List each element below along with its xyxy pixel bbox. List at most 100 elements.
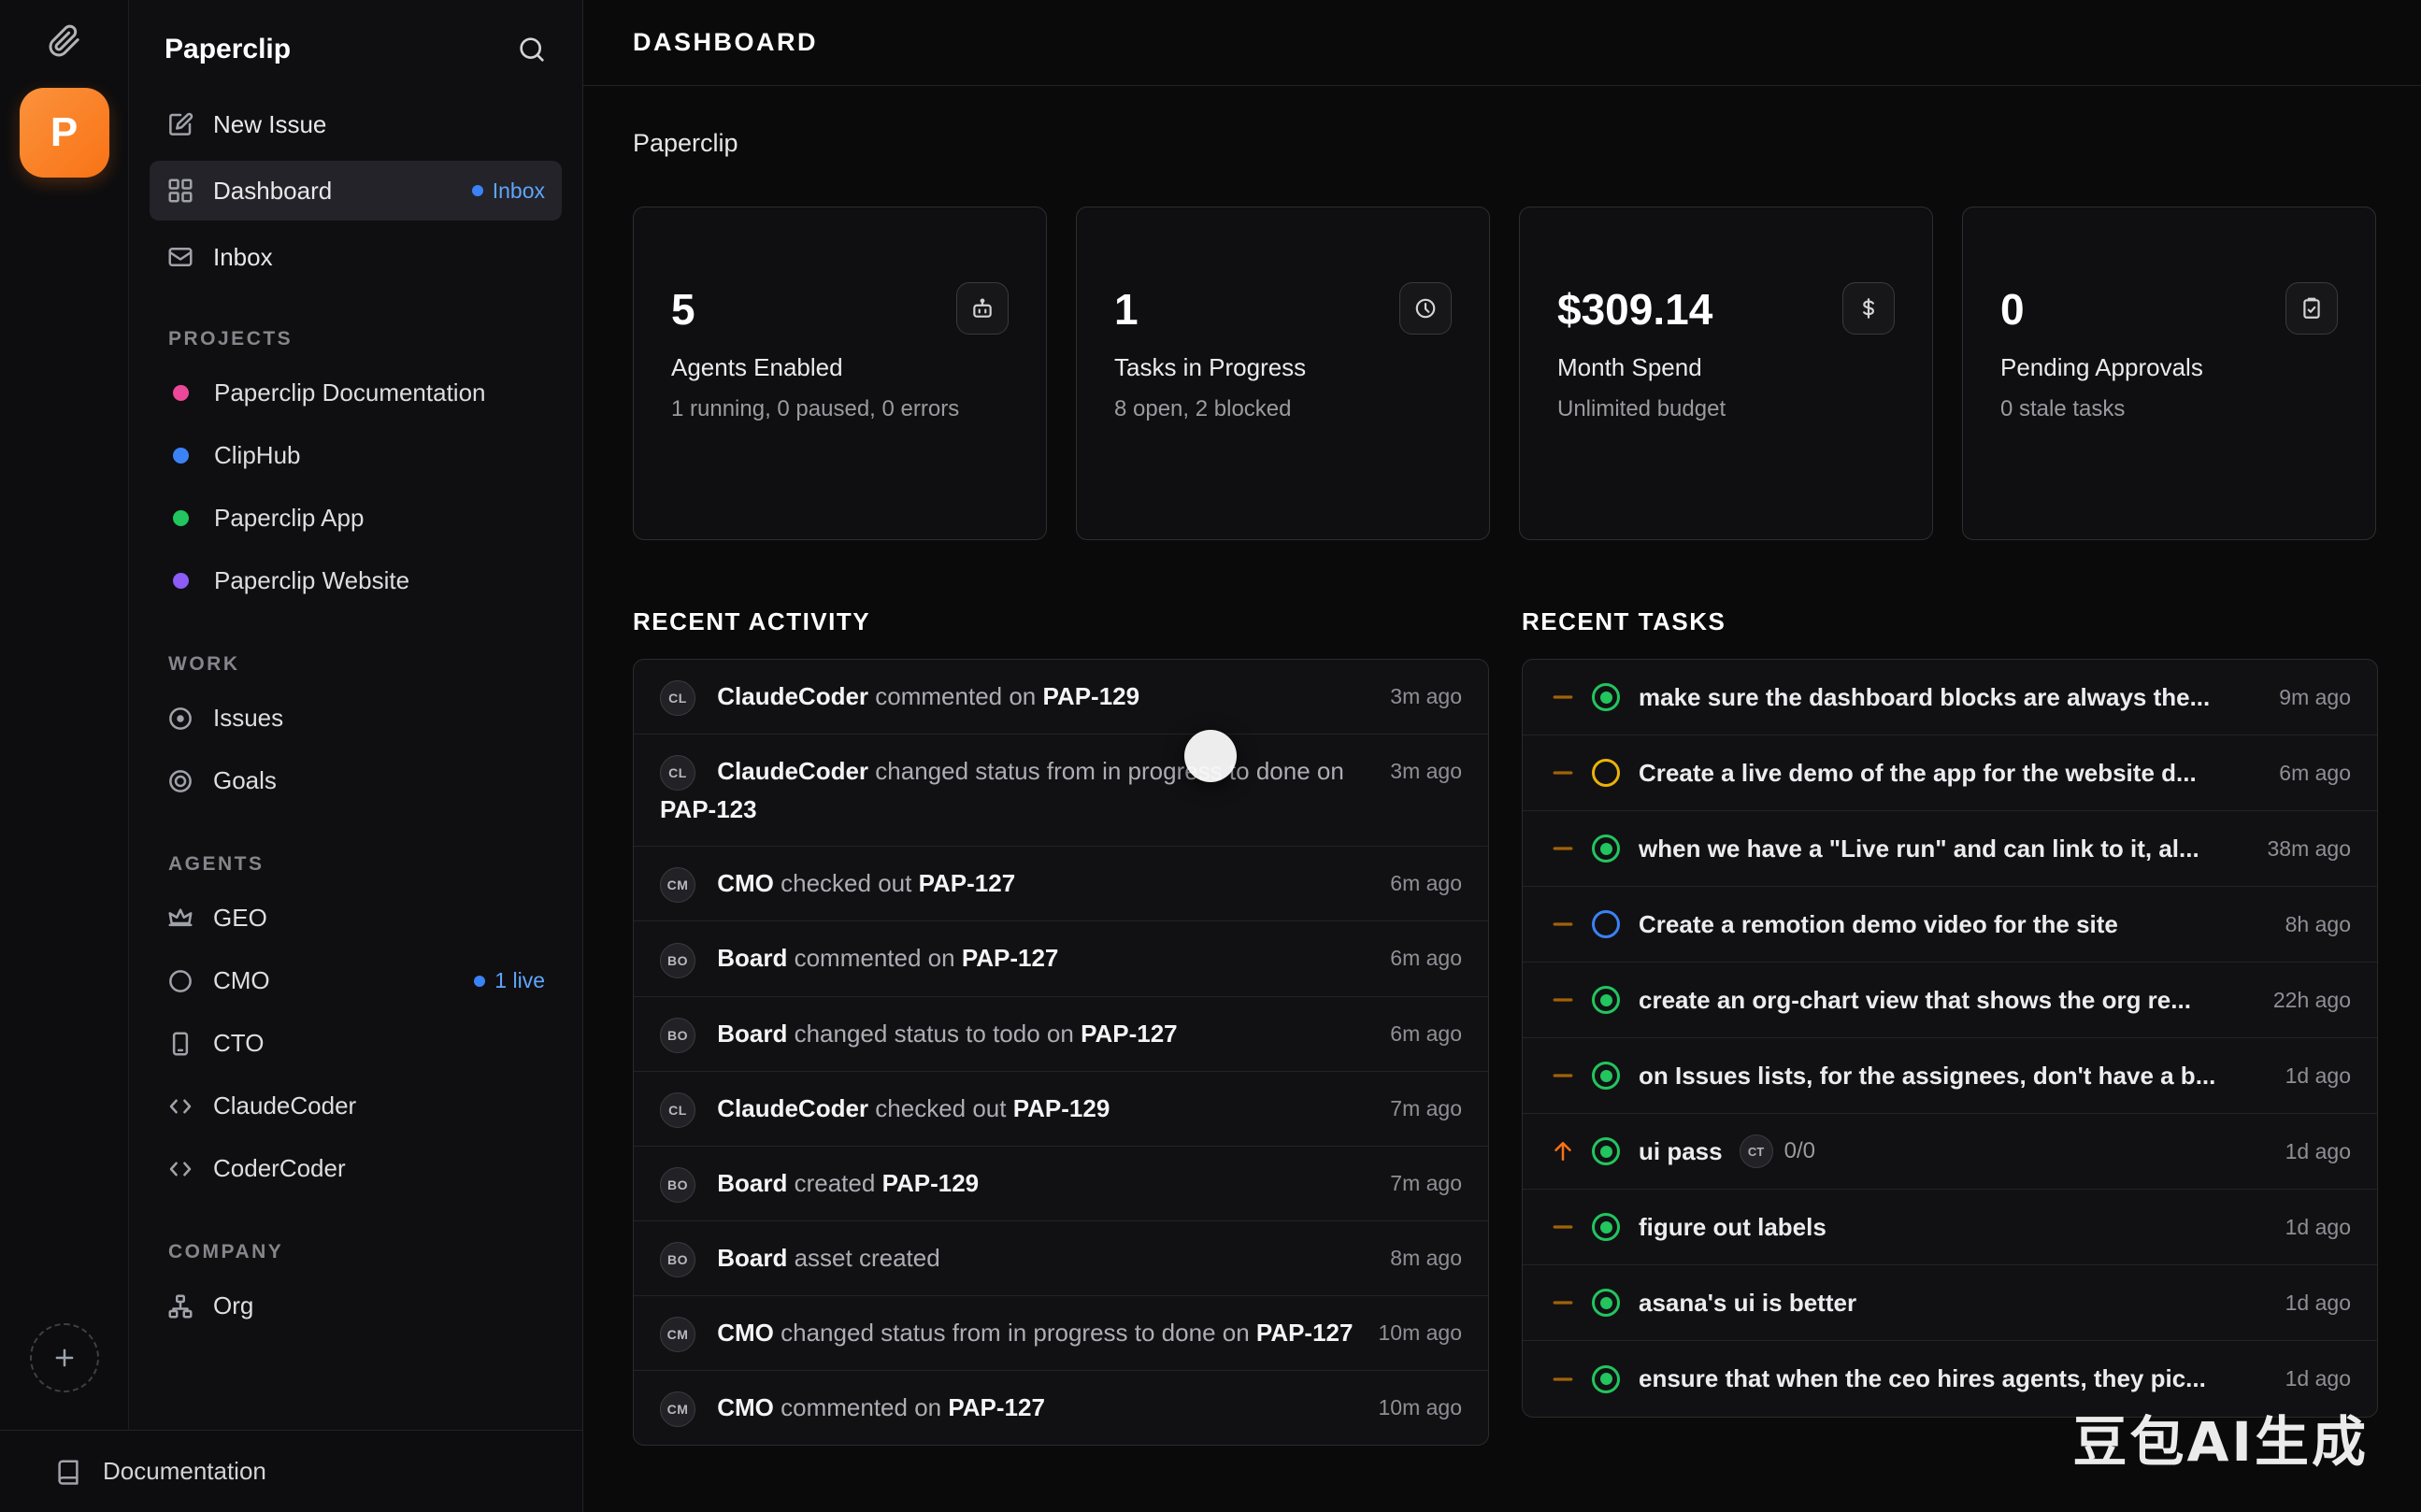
- activity-row[interactable]: 6m ago CM CMO checked out PAP-127: [634, 847, 1488, 921]
- activity-target[interactable]: PAP-127: [948, 1393, 1045, 1421]
- sidebar-item[interactable]: CoderCoder: [150, 1137, 562, 1200]
- sidebar-item[interactable]: ClipHub: [150, 424, 562, 487]
- assignee-avatar: CT: [1740, 1134, 1773, 1168]
- task-status-dot: [1600, 692, 1612, 704]
- activity-row[interactable]: 7m ago BO Board created PAP-129: [634, 1147, 1488, 1221]
- task-status-icon[interactable]: [1592, 759, 1620, 787]
- activity-target[interactable]: PAP-129: [1013, 1094, 1110, 1122]
- left-panel: P Paperclip New Issue: [0, 0, 583, 1512]
- sidebar-item-label: Goals: [213, 766, 277, 795]
- task-time: 9m ago: [2260, 685, 2351, 710]
- task-status-icon[interactable]: [1592, 986, 1620, 1014]
- task-status-icon[interactable]: [1592, 1062, 1620, 1090]
- activity-row[interactable]: 3m ago CL ClaudeCoder commented on PAP-1…: [634, 660, 1488, 735]
- stat-card: 0 Pending Approvals 0 stale tasks: [1962, 207, 2376, 540]
- plus-icon: [50, 1344, 79, 1372]
- activity-target[interactable]: PAP-129: [1043, 682, 1140, 710]
- activity-actor: Board: [717, 1244, 787, 1272]
- stat-subtext: 1 running, 0 paused, 0 errors: [671, 393, 980, 425]
- dash-icon: [1549, 1289, 1577, 1317]
- task-status-icon[interactable]: [1592, 1213, 1620, 1241]
- task-row[interactable]: Create a live demo of the app for the we…: [1523, 735, 2377, 811]
- project-color-dot-icon: [173, 448, 189, 464]
- task-status-icon[interactable]: [1592, 834, 1620, 863]
- sidebar-item[interactable]: Paperclip Website: [150, 549, 562, 612]
- activity-actor: ClaudeCoder: [717, 682, 868, 710]
- task-row[interactable]: on Issues lists, for the assignees, don'…: [1523, 1038, 2377, 1114]
- task-title: Create a live demo of the app for the we…: [1639, 759, 2197, 788]
- activity-row[interactable]: 6m ago BO Board changed status to todo o…: [634, 997, 1488, 1072]
- sidebar-section-items: Issues Goals: [129, 687, 582, 812]
- activity-target[interactable]: PAP-127: [919, 869, 1016, 897]
- task-status-icon[interactable]: [1592, 1289, 1620, 1317]
- avatar: CM: [660, 1391, 695, 1427]
- task-row[interactable]: asana's ui is better 1d ago: [1523, 1265, 2377, 1341]
- search-icon[interactable]: [517, 35, 547, 64]
- task-row[interactable]: when we have a "Live run" and can link t…: [1523, 811, 2377, 887]
- task-status-icon[interactable]: [1592, 1137, 1620, 1165]
- sidebar-item-label: Org: [213, 1291, 253, 1320]
- sidebar-nav-item-label: Dashboard: [213, 177, 332, 206]
- sidebar-item-label: CoderCoder: [213, 1154, 346, 1183]
- task-time: 8h ago: [2267, 912, 2351, 937]
- task-status-icon[interactable]: [1592, 910, 1620, 938]
- sidebar-nav-item[interactable]: Dashboard Inbox: [150, 161, 562, 221]
- activity-row[interactable]: 10m ago CM CMO commented on PAP-127: [634, 1371, 1488, 1445]
- activity-time: 6m ago: [1390, 864, 1462, 902]
- stat-card-top: $309.14: [1557, 288, 1895, 335]
- recent-activity-section: RECENT ACTIVITY 3m ago CL ClaudeCoder co…: [633, 607, 1489, 1446]
- sidebar-item[interactable]: Goals: [150, 749, 562, 812]
- sidebar-item[interactable]: GEO: [150, 887, 562, 949]
- badge-dot-icon: [474, 976, 485, 987]
- task-time: 6m ago: [2260, 761, 2351, 786]
- paperclip-icon: [48, 24, 81, 58]
- documentation-link[interactable]: Documentation: [0, 1430, 582, 1512]
- sidebar-header: Paperclip: [129, 30, 582, 88]
- activity-actor: Board: [717, 1020, 787, 1048]
- org-icon: [166, 1292, 194, 1320]
- activity-target[interactable]: PAP-129: [882, 1169, 980, 1197]
- task-row[interactable]: create an org-chart view that shows the …: [1523, 963, 2377, 1038]
- activity-row[interactable]: 6m ago BO Board commented on PAP-127: [634, 921, 1488, 996]
- sidebar-item[interactable]: Issues: [150, 687, 562, 749]
- task-status-icon[interactable]: [1592, 1365, 1620, 1393]
- task-row[interactable]: ui pass CT0/0 1d ago: [1523, 1114, 2377, 1190]
- sidebar-nav-item[interactable]: Inbox: [150, 227, 562, 287]
- activity-target[interactable]: PAP-123: [660, 795, 757, 823]
- activity-row[interactable]: 8m ago BO Board asset created: [634, 1221, 1488, 1296]
- sidebar-section: AGENTS GEO: [129, 853, 582, 1200]
- activity-row[interactable]: 3m ago CL ClaudeCoder changed status fro…: [634, 735, 1488, 847]
- activity-target[interactable]: PAP-127: [1081, 1020, 1178, 1048]
- sidebar-item[interactable]: CMO 1 live: [150, 949, 562, 1012]
- activity-action: changed status from in progress to done …: [781, 1319, 1250, 1347]
- activity-row[interactable]: 10m ago CM CMO changed status from in pr…: [634, 1296, 1488, 1371]
- sidebar-section-items: Paperclip Documentation ClipHub: [129, 362, 582, 612]
- sidebar-item[interactable]: Paperclip App: [150, 487, 562, 549]
- sidebar-nav-item[interactable]: New Issue: [150, 94, 562, 154]
- task-status-icon[interactable]: [1592, 683, 1620, 711]
- activity-row[interactable]: 7m ago CL ClaudeCoder checked out PAP-12…: [634, 1072, 1488, 1147]
- activity-time: 6m ago: [1390, 1015, 1462, 1052]
- task-row[interactable]: make sure the dashboard blocks are alway…: [1523, 660, 2377, 735]
- sidebar-item[interactable]: Org: [150, 1275, 562, 1337]
- recent-tasks-section: RECENT TASKS make sure the dashboard blo…: [1522, 607, 2378, 1446]
- sidebar-item[interactable]: Paperclip Documentation: [150, 362, 562, 424]
- stat-card: $309.14 Month Spend Unlimited budget: [1519, 207, 1933, 540]
- edit-icon: [166, 110, 194, 138]
- activity-action: commented on: [875, 682, 1036, 710]
- sidebar-item[interactable]: ClaudeCoder: [150, 1075, 562, 1137]
- page-header: DASHBOARD: [583, 0, 2421, 86]
- activity-actor: Board: [717, 1169, 787, 1197]
- left-main: P Paperclip New Issue: [0, 0, 582, 1430]
- code-icon: [166, 1092, 194, 1120]
- task-row[interactable]: figure out labels 1d ago: [1523, 1190, 2377, 1265]
- task-row[interactable]: Create a remotion demo video for the sit…: [1523, 887, 2377, 963]
- activity-target[interactable]: PAP-127: [962, 944, 1059, 972]
- sidebar-item[interactable]: CTO: [150, 1012, 562, 1075]
- task-meta: CT0/0: [1740, 1134, 1815, 1168]
- sidebar-section: WORK Issues: [129, 653, 582, 812]
- add-workspace-button[interactable]: [30, 1323, 99, 1392]
- app-logo[interactable]: P: [20, 88, 109, 178]
- app-rail: P: [0, 0, 128, 1430]
- activity-target[interactable]: PAP-127: [1256, 1319, 1354, 1347]
